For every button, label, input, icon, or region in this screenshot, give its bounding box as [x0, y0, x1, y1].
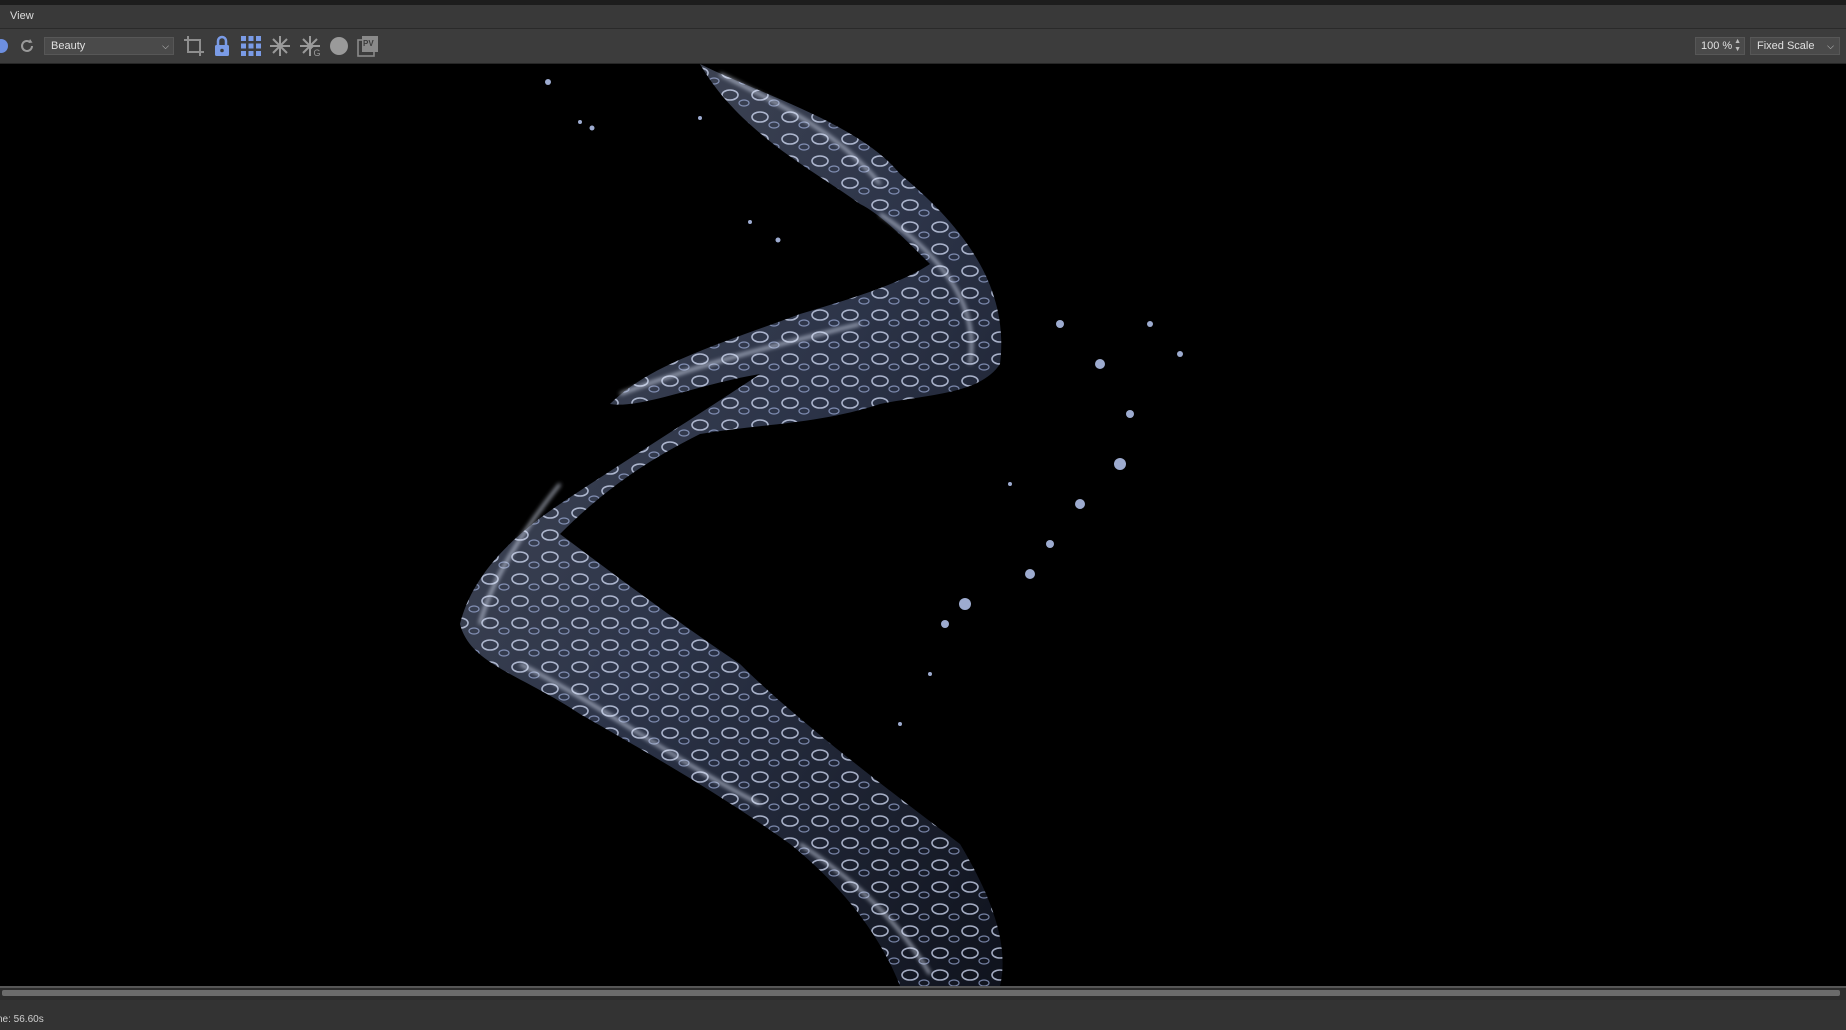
render-pass-select[interactable]: Beauty ⌵ [44, 37, 174, 55]
rendered-liquid-image [460, 64, 1183, 986]
pv-label: PV [363, 39, 374, 48]
scale-mode-value: Fixed Scale [1757, 40, 1815, 52]
toolbar: Beauty ⌵ G PV 100 % ▲ ▼ Fixed Scale ⌵ [0, 29, 1846, 64]
scrollbar-track-edge [0, 986, 1846, 988]
menu-view[interactable]: View [8, 5, 36, 28]
chevron-down-icon: ⌵ [162, 41, 169, 51]
zoom-value: 100 % [1701, 40, 1733, 52]
lock-icon[interactable] [210, 29, 234, 63]
render-viewport[interactable] [0, 64, 1846, 986]
zoom-field[interactable]: 100 % ▲ ▼ [1695, 37, 1745, 55]
pv-icon[interactable]: PV [355, 29, 381, 63]
menubar: View [0, 5, 1846, 28]
refresh-icon[interactable] [16, 29, 38, 63]
grid-icon[interactable] [238, 29, 264, 63]
snowflake-icon[interactable] [268, 29, 292, 63]
stepper-icon[interactable]: ▲ ▼ [1734, 38, 1741, 54]
render-pass-value: Beauty [51, 40, 86, 52]
render-time-label: ne: 56.60s [0, 1014, 44, 1025]
chevron-down-icon: ⌵ [1827, 41, 1834, 51]
play-icon[interactable] [0, 29, 10, 63]
crop-icon[interactable] [181, 29, 207, 63]
snowflake-g-icon[interactable]: G [297, 29, 323, 63]
scrollbar-thumb[interactable] [2, 990, 1840, 996]
status-bar: ne: 56.60s [0, 1000, 1846, 1030]
timeline-scrollbar[interactable] [0, 986, 1846, 1000]
svg-text:G: G [314, 48, 321, 57]
sphere-icon[interactable] [327, 29, 351, 63]
scale-mode-select[interactable]: Fixed Scale ⌵ [1750, 37, 1840, 55]
